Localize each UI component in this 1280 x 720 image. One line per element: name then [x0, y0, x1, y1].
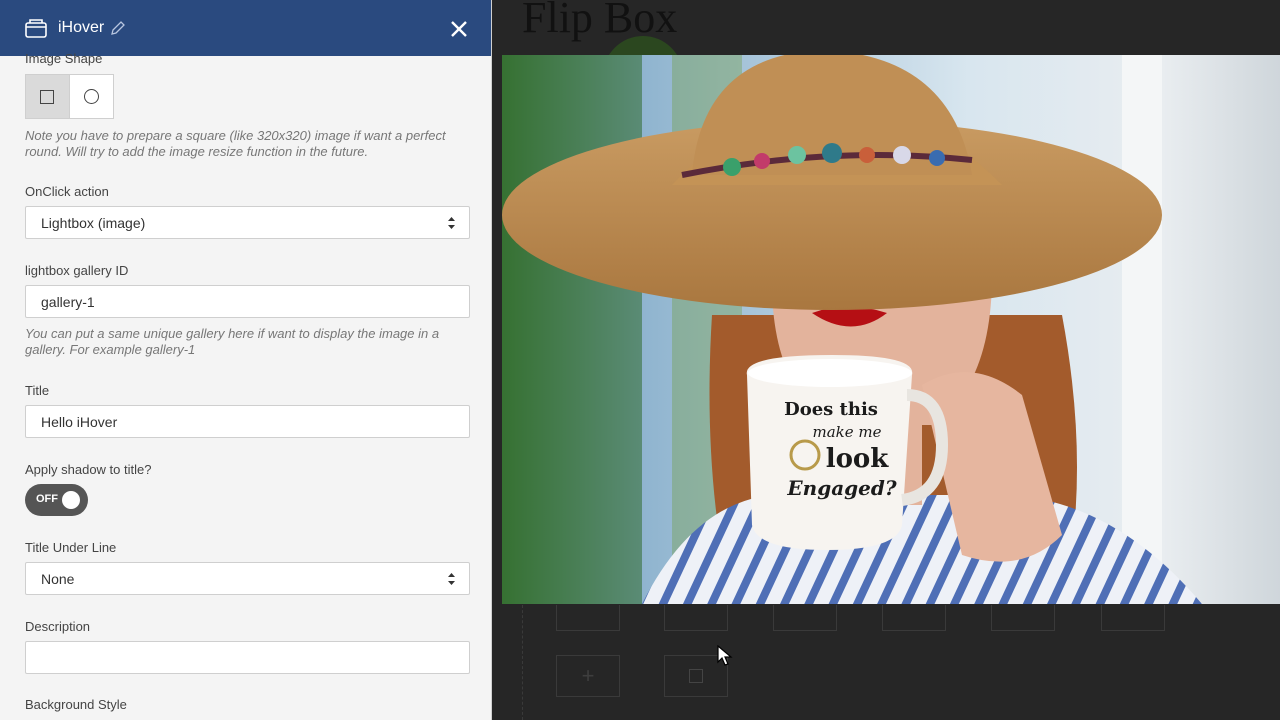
underline-value: None: [41, 570, 75, 587]
title-input[interactable]: Hello iHover: [25, 405, 470, 438]
shape-round-button[interactable]: [70, 75, 114, 118]
image-shape-note: Note you have to prepare a square (like …: [25, 128, 446, 159]
square-icon: [40, 89, 55, 104]
shadow-toggle[interactable]: OFF: [25, 484, 88, 516]
close-icon[interactable]: [446, 16, 472, 42]
layout-option[interactable]: [664, 605, 728, 631]
select-arrows-icon: [448, 573, 455, 585]
layout-option[interactable]: [556, 605, 620, 631]
box-icon: [25, 19, 47, 38]
shadow-label: Apply shadow to title?: [25, 462, 152, 477]
onclick-label: OnClick action: [25, 184, 109, 199]
gallery-id-value: gallery-1: [41, 293, 95, 310]
gallery-id-input[interactable]: gallery-1: [25, 285, 470, 318]
square-icon: [689, 669, 703, 683]
layout-option[interactable]: [991, 605, 1055, 631]
image-shape-label: Image Shape: [25, 51, 103, 66]
column-guide: [522, 605, 523, 720]
layout-option[interactable]: [882, 605, 946, 631]
add-element-button[interactable]: +: [556, 655, 620, 697]
arrow-cursor-icon: [717, 645, 733, 666]
description-label: Description: [25, 619, 91, 634]
page-heading: Flip Box: [522, 0, 678, 42]
circle-icon: [83, 89, 99, 104]
onclick-select[interactable]: Lightbox (image): [25, 206, 470, 239]
gallery-note: You can put a same unique gallery here i…: [25, 326, 440, 357]
photo-illustration: Does this make me look Engaged?: [502, 55, 1280, 604]
layout-option[interactable]: [773, 605, 837, 631]
panel-header: iHover: [0, 0, 491, 56]
shape-square-button[interactable]: [26, 75, 70, 118]
pencil-icon[interactable]: [110, 20, 126, 36]
svg-text:Engaged?: Engaged?: [786, 476, 896, 500]
image-shape-selector: [25, 74, 114, 119]
layout-option[interactable]: [1101, 605, 1165, 631]
title-value: Hello iHover: [41, 413, 118, 430]
underline-select[interactable]: None: [25, 562, 470, 595]
title-label: Title: [25, 383, 50, 398]
underline-label: Title Under Line: [25, 540, 117, 555]
onclick-value: Lightbox (image): [41, 214, 146, 231]
svg-text:make me: make me: [812, 423, 881, 441]
background-style-label: Background Style: [25, 697, 127, 712]
settings-panel: iHover Image Shape Note you have to prep…: [0, 0, 492, 720]
toggle-knob: [62, 491, 80, 509]
toggle-state: OFF: [36, 493, 58, 505]
svg-text:look: look: [826, 444, 890, 474]
select-arrows-icon: [448, 217, 455, 229]
description-input[interactable]: [25, 641, 470, 674]
panel-title: iHover: [58, 19, 105, 36]
lightbox-image[interactable]: Does this make me look Engaged?: [502, 55, 1280, 604]
svg-text:Does this: Does this: [784, 399, 878, 420]
gallery-label: lightbox gallery ID: [25, 263, 129, 278]
